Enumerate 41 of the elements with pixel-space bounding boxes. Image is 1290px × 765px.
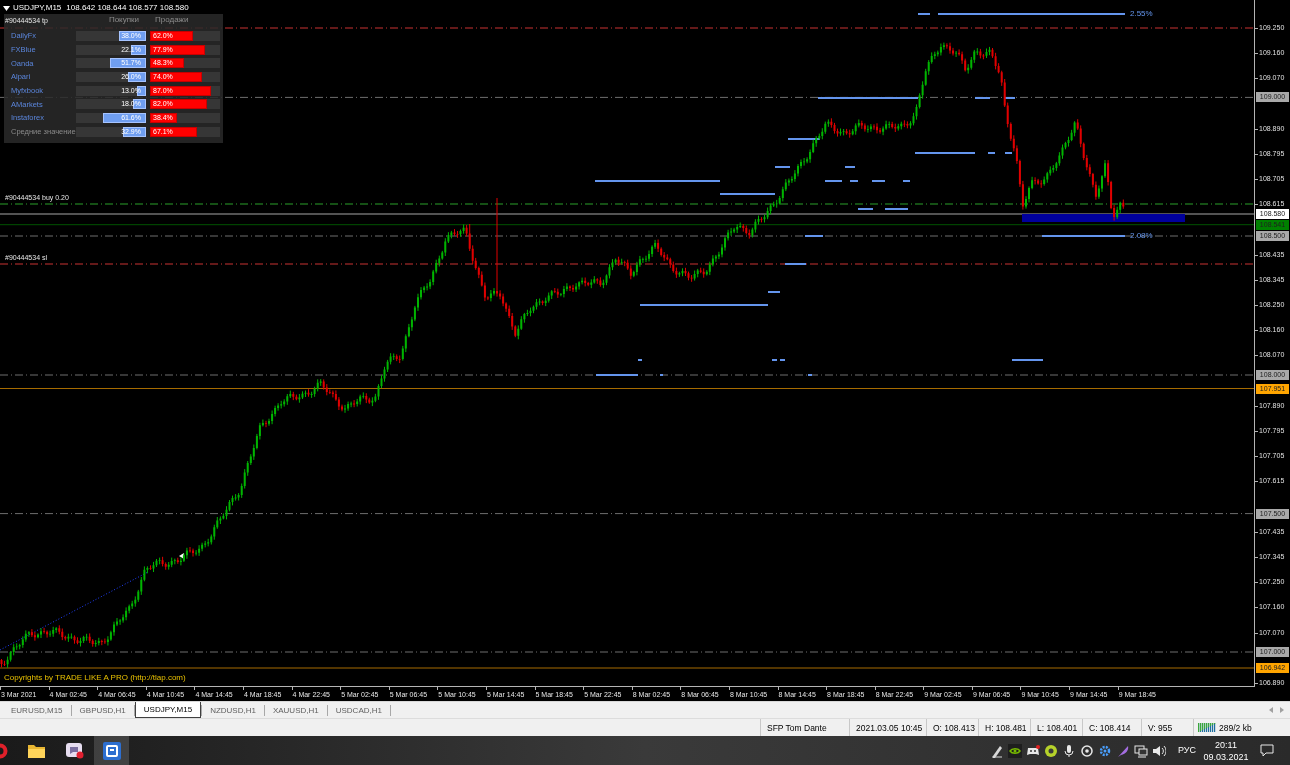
status-field: O: 108.413: [933, 722, 976, 733]
gear-icon[interactable]: [1097, 743, 1112, 758]
chart-symbol: USDJPY,M15: [13, 3, 62, 13]
chart-tab[interactable]: EURUSD,M15: [3, 702, 71, 718]
chart-tab[interactable]: USDCAD,H1: [327, 702, 390, 718]
status-field: C: 108.414: [1089, 722, 1131, 733]
clock-time[interactable]: 20:11: [1215, 739, 1237, 750]
app-logo-icon: [102, 741, 121, 760]
notification-icon[interactable]: [1260, 744, 1274, 757]
monitors-icon[interactable]: [1133, 743, 1148, 758]
column-header: Продажи: [155, 15, 189, 26]
status-field: L: 108.401: [1037, 722, 1078, 733]
target-icon[interactable]: [1079, 743, 1094, 758]
folder-icon: [27, 743, 45, 758]
speaker-icon[interactable]: [1151, 743, 1166, 758]
ring-icon: [0, 741, 9, 760]
chart-tab[interactable]: GBPUSD,H1: [71, 702, 134, 718]
pen-icon[interactable]: [989, 743, 1004, 758]
caret-icon[interactable]: [3, 5, 10, 11]
quote-prices: 108.642 108.644 108.577 108.580: [66, 3, 189, 13]
percent-label: 2.55%: [1130, 9, 1153, 19]
microphone-icon[interactable]: [1061, 743, 1076, 758]
eye-icon[interactable]: [1007, 743, 1022, 758]
status-field: SFP Tom Dante: [767, 722, 827, 733]
chart-tab[interactable]: XAUUSD,H1: [264, 702, 327, 718]
keyboard-language[interactable]: РУС: [1177, 745, 1196, 756]
gamepad-icon[interactable]: [1025, 743, 1040, 758]
chart-tab[interactable]: NZDUSD,H1: [202, 702, 264, 718]
status-field: V: 955: [1148, 722, 1173, 733]
status-field: H: 108.481: [985, 722, 1027, 733]
percent-label: 2.08%: [1130, 231, 1153, 241]
clock-date[interactable]: 09.03.2021: [1203, 751, 1249, 762]
copyright-note: Copyrights by TRADE LIKE A PRO (http://tlap.com): [4, 673, 186, 683]
chart-tab[interactable]: USDJPY,M15: [134, 702, 202, 718]
disc-icon[interactable]: [1043, 743, 1058, 758]
column-header: Покупки: [108, 15, 139, 26]
taskbar-app[interactable]: [94, 736, 129, 765]
status-field: 2021.03.05 10:45: [856, 722, 923, 733]
connection-bars-icon: [1198, 723, 1216, 732]
chat-icon: [65, 742, 84, 759]
traffic-status: 289/2 kb: [1219, 722, 1252, 733]
